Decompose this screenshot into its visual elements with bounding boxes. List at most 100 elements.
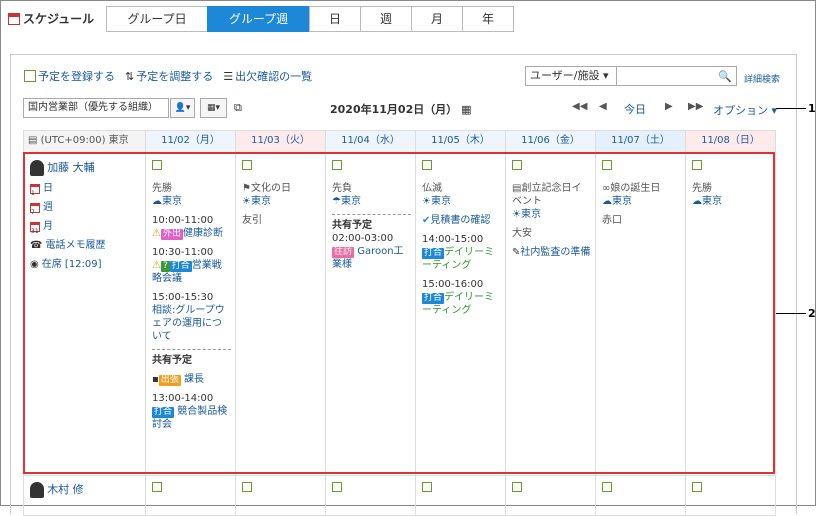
person-icon: 👤▾ [174,103,191,113]
event[interactable]: 02:00-03:00 往訪 Garoon工業様 [332,232,411,271]
add-event-icon[interactable] [332,160,342,170]
next-week-button[interactable]: ▶▶ [688,101,703,112]
tab-year[interactable]: 年 [462,6,514,32]
day-header[interactable]: 11/03（火） [235,130,326,154]
todo-item[interactable]: ✔見積書の確認 [422,214,501,227]
day-cell[interactable] [235,475,326,516]
arrows-icon: ⇅ [125,69,135,83]
callout-line-2 [776,313,806,314]
add-event-icon[interactable] [512,160,522,170]
tab-day[interactable]: 日 [309,6,361,32]
warning-icon: ⚠ [152,260,161,271]
event-tag: 出張 [158,375,181,386]
add-event-icon[interactable] [512,482,522,492]
user-day-link[interactable]: 1日 [30,182,141,197]
add-event-icon[interactable] [692,482,702,492]
add-event-icon[interactable] [422,160,432,170]
date-heading: 2020年11月02日（月） ▦ [330,103,472,116]
attendance-link[interactable]: ☰ 出欠確認の一覧 [223,68,312,84]
event-tag: 打合 [169,261,192,272]
day-cell-sat[interactable]: ∞娘の誕生日 ☁東京 赤口 [595,153,686,476]
event[interactable]: 13:00-14:00 打合 競合製品検討会 [152,392,231,431]
search-icon[interactable]: 🔍 [718,70,732,83]
day-header[interactable]: 11/02（月） [145,130,236,154]
callout-line-1 [776,108,806,109]
search-input[interactable]: 🔍 [617,66,737,86]
register-link[interactable]: 予定を登録する [24,68,115,84]
day-cell-tue[interactable]: ⚑文化の日 ☀東京 友引 [235,153,326,476]
event[interactable]: 10:30-11:00 ⚠? 打合 営業戦略会議 [152,246,231,285]
user-picker-button[interactable]: 👤▾ [170,98,195,118]
prev-week-button[interactable]: ◀◀ [572,101,587,112]
todo-item[interactable]: ✎社内監査の準備 [512,246,591,259]
user-row: 加藤 大輔 1日 7週 31 月 ☎ 電話メモ履歴 ◉ 在席 [12:09] 先勝 ☁… [23,153,776,476]
add-event-icon[interactable] [602,482,612,492]
add-event-icon[interactable] [332,482,342,492]
tab-group-week[interactable]: グループ週 [207,6,310,32]
day-header[interactable]: 11/05（木） [415,130,506,154]
user-month-link[interactable]: 31 月 [30,220,141,235]
presence-link[interactable]: ◉ 在席 [12:09] [30,258,141,271]
presence-icon: ◉ [30,259,39,270]
popout-icon[interactable]: ⧉ [234,101,242,115]
day-cell[interactable] [145,475,236,516]
event[interactable]: 15:00-15:30 相談:グループウェアの運用について [152,291,231,343]
add-event-icon[interactable] [422,482,432,492]
user-cell: 加藤 大輔 1日 7週 31 月 ☎ 電話メモ履歴 ◉ 在席 [12:09] [23,153,146,476]
add-event-icon[interactable] [692,160,702,170]
app-title: スケジュール [8,10,94,27]
day-header[interactable]: 11/04（水） [325,130,416,154]
day-header[interactable]: 11/06（金） [505,130,596,154]
day-cell[interactable] [325,475,416,516]
add-event-icon[interactable] [602,160,612,170]
day-cell[interactable] [595,475,686,516]
user-week-link[interactable]: 7週 [30,201,141,216]
user-name[interactable]: 加藤 大輔 [47,161,95,174]
flag-icon: ⚑ [242,183,251,194]
tab-week[interactable]: 週 [360,6,412,32]
facility-icon: ▦▾ [206,103,221,113]
event[interactable]: ▪ 出張 課長 [152,373,231,386]
adjust-link[interactable]: ⇅ 予定を調整する [125,68,213,84]
calendar-picker-icon[interactable]: ▦ [461,103,471,116]
user-name[interactable]: 木村 修 [47,483,84,496]
day-header[interactable]: 11/07（土） [595,130,686,154]
event[interactable]: 14:00-15:00 打合 デイリーミーティング [422,233,501,272]
phone-memo-link[interactable]: ☎ 電話メモ履歴 [30,239,141,252]
prev-day-button[interactable]: ◀ [599,101,607,112]
day-cell-wed[interactable]: 先負 ☂東京 共有予定 02:00-03:00 往訪 Garoon工業様 [325,153,416,476]
rokuyo-label: 先負 [332,183,352,194]
search-target-select[interactable]: ユーザー/施設 ▾ [525,66,617,86]
add-event-icon[interactable] [242,160,252,170]
facility-picker-button[interactable]: ▦▾ [200,98,227,118]
day-cell[interactable] [685,475,776,516]
list-icon: ☰ [223,69,234,83]
rokuyo-label: 先勝 [152,183,172,194]
anniversary-label: ▤創立記念日イベント [512,183,582,207]
add-event-icon[interactable] [152,160,162,170]
advanced-search-link[interactable]: 詳細検索 [744,72,780,85]
add-event-icon[interactable] [152,482,162,492]
event[interactable]: 15:00-16:00 打合 デイリーミーティング [422,278,501,317]
sun-cloud-icon: ☀ [242,196,251,207]
day-cell[interactable] [505,475,596,516]
tab-month[interactable]: 月 [411,6,463,32]
day-cell-fri[interactable]: ▤創立記念日イベント ☀東京 大安 ✎社内監査の準備 [505,153,596,476]
tab-group-day[interactable]: グループ日 [106,6,208,32]
event[interactable]: 10:00-11:00 ⚠ 外出 健康診断 [152,214,231,240]
option-menu[interactable]: オプション ▾ [713,102,777,118]
add-event-icon[interactable] [242,482,252,492]
event-tag: 外出 [160,229,183,240]
day-header[interactable]: 11/08（日） [685,130,776,154]
tentative-icon: ? [160,261,170,272]
week-grid: ▤ (UTC+09:00) 東京 11/02（月） 11/03（火） 11/04… [23,130,776,516]
day-cell-sun[interactable]: 先勝 ☁東京 [685,153,776,476]
today-button[interactable]: 今日 [624,101,646,117]
anniversary-label: ∞娘の誕生日 [602,183,661,194]
divider [152,349,231,350]
day-cell-thu[interactable]: 仏滅 ☀東京 ✔見積書の確認 14:00-15:00 打合 デイリーミーティング 1… [415,153,506,476]
next-day-button[interactable]: ▶ [665,101,673,112]
day-cell[interactable] [415,475,506,516]
day-cell-mon[interactable]: 先勝 ☁東京 10:00-11:00 ⚠ 外出 健康診断 10:30-11:00 ⚠? 打… [145,153,236,476]
group-select[interactable]: 国内営業部（優先する組織） [23,98,169,118]
